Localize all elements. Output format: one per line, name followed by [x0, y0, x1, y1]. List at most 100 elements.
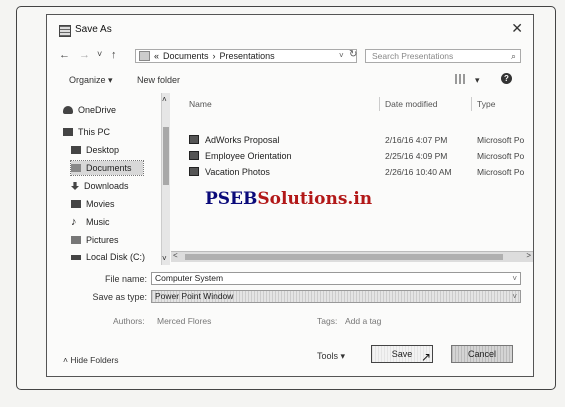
forward-arrow-icon[interactable]: →	[79, 49, 90, 61]
disk-icon	[71, 254, 81, 260]
powerpoint-file-icon	[189, 167, 199, 176]
sidebar-item-label: Music	[86, 217, 110, 227]
movies-icon	[71, 200, 81, 208]
cancel-button[interactable]: Cancel	[451, 345, 513, 363]
watermark-part: PSEB	[205, 189, 258, 209]
save-as-type-label: Save as type:	[92, 292, 147, 302]
sidebar-item-label: This PC	[78, 127, 111, 137]
save-as-app-icon	[59, 25, 71, 37]
file-name-label: File name:	[104, 274, 147, 284]
file-name-input[interactable]: Computer System ˅	[151, 272, 521, 285]
hide-folders-button[interactable]: ˄ Hide Folders	[63, 355, 119, 365]
new-folder-button[interactable]: New folder	[137, 75, 180, 85]
sidebar-item-onedrive[interactable]: OneDrive	[63, 103, 116, 117]
file-type: Microsoft Po	[477, 135, 525, 145]
path-prefix-icon: «	[154, 51, 160, 61]
sidebar-scrollbar[interactable]: ˄ ˅	[161, 93, 170, 265]
sidebar-item-movies[interactable]: Movies	[71, 197, 115, 211]
view-options-icon[interactable]	[455, 74, 467, 84]
watermark-part: Solutions.in	[257, 189, 373, 209]
sidebar-item-label: Downloads	[84, 181, 129, 191]
close-icon[interactable]: ✕	[511, 20, 523, 37]
folder-icon	[139, 51, 150, 61]
mouse-cursor-icon: ↗	[421, 350, 432, 364]
sidebar-item-label: Documents	[86, 163, 132, 173]
back-arrow-icon[interactable]: ←	[59, 49, 70, 61]
view-dropdown-chevron-icon[interactable]: ▾	[475, 75, 480, 86]
file-name: AdWorks Proposal	[205, 135, 280, 145]
column-separator	[379, 97, 380, 111]
column-separator	[471, 97, 472, 111]
tools-button[interactable]: Tools ▾	[317, 351, 345, 362]
scrollbar-thumb[interactable]	[163, 127, 169, 185]
file-date: 2/25/16 4:09 PM	[385, 151, 448, 161]
file-date: 2/16/16 4:07 PM	[385, 135, 448, 145]
file-name: Vacation Photos	[205, 167, 270, 177]
search-input[interactable]: Search Presentations ⌕	[365, 49, 521, 63]
file-list: Name Date modified Type AdWorks Proposal…	[175, 93, 533, 265]
address-dropdown-chevron-icon[interactable]: ˅	[339, 51, 344, 60]
file-list-horizontal-scrollbar[interactable]: < >	[171, 251, 533, 262]
address-bar[interactable]: « Documents › Presentations	[135, 49, 357, 63]
scroll-up-chevron-icon[interactable]: ˄	[162, 95, 167, 104]
computer-icon	[63, 128, 73, 136]
watermark: PSEBSolutions.in	[205, 189, 372, 209]
file-name: Employee Orientation	[205, 151, 292, 161]
sidebar-item-this-pc[interactable]: This PC	[63, 125, 110, 139]
scroll-right-icon[interactable]: >	[526, 251, 531, 260]
file-type: Microsoft Po	[477, 167, 525, 177]
breadcrumb-presentations[interactable]: Presentations	[220, 51, 275, 61]
file-row[interactable]: AdWorks Proposal 2/16/16 4:07 PM Microso…	[175, 133, 533, 147]
download-icon	[71, 182, 79, 190]
column-header-name[interactable]: Name	[189, 99, 212, 109]
save-as-dialog: Save As ✕ ← → ˅ ↑ « Documents › Presenta…	[46, 14, 534, 377]
desktop-icon	[71, 146, 81, 154]
file-name-value: Computer System	[155, 273, 224, 283]
scroll-left-icon[interactable]: <	[173, 251, 178, 260]
sidebar-item-documents[interactable]: Documents	[70, 160, 144, 176]
navigation-pane: OneDrive This PC Desktop Documents Downl…	[47, 93, 171, 265]
column-header-type[interactable]: Type	[477, 99, 495, 109]
file-date: 2/26/16 10:40 AM	[385, 167, 452, 177]
powerpoint-file-icon	[189, 135, 199, 144]
sidebar-item-local-disk[interactable]: Local Disk (C:)	[71, 251, 145, 263]
save-as-type-value: Power Point Window	[155, 291, 234, 301]
file-row[interactable]: Employee Orientation 2/25/16 4:09 PM Mic…	[175, 149, 533, 163]
scroll-down-chevron-icon[interactable]: ˅	[162, 254, 167, 263]
sidebar-item-downloads[interactable]: Downloads	[71, 179, 129, 193]
organize-button[interactable]: Organize ▾	[69, 75, 113, 86]
sidebar-item-label: Local Disk (C:)	[86, 252, 146, 262]
authors-value[interactable]: Merced Flores	[157, 316, 211, 326]
help-icon[interactable]: ?	[501, 73, 512, 84]
sidebar-item-pictures[interactable]: Pictures	[71, 233, 119, 247]
breadcrumb-separator-icon: ›	[212, 51, 216, 61]
pictures-icon	[71, 236, 81, 244]
search-placeholder: Search Presentations	[372, 51, 454, 61]
file-type: Microsoft Po	[477, 151, 525, 161]
refresh-icon[interactable]: ↻	[349, 49, 357, 60]
sidebar-item-label: OneDrive	[78, 105, 117, 115]
cloud-icon	[63, 106, 73, 114]
breadcrumb-documents[interactable]: Documents	[163, 51, 209, 61]
title-bar: Save As ✕	[47, 15, 533, 43]
column-header-date[interactable]: Date modified	[385, 99, 437, 109]
up-arrow-icon[interactable]: ↑	[111, 49, 117, 61]
save-as-type-dropdown-chevron-icon[interactable]: ˅	[512, 291, 517, 302]
documents-icon	[71, 164, 81, 172]
scrollbar-thumb[interactable]	[185, 254, 503, 260]
sidebar-item-desktop[interactable]: Desktop	[71, 143, 119, 157]
recent-locations-chevron-icon[interactable]: ˅	[97, 49, 102, 59]
tags-label: Tags:	[317, 316, 338, 326]
authors-label: Authors:	[113, 316, 145, 326]
file-name-dropdown-chevron-icon[interactable]: ˅	[512, 273, 517, 284]
sidebar-item-music[interactable]: ♪ Music	[71, 215, 110, 229]
save-as-type-select[interactable]: Power Point Window ˅	[151, 290, 521, 303]
window-title: Save As	[75, 24, 112, 35]
sidebar-item-label: Movies	[86, 199, 115, 209]
search-icon: ⌕	[510, 51, 516, 61]
file-row[interactable]: Vacation Photos 2/26/16 10:40 AM Microso…	[175, 165, 533, 179]
sidebar-item-label: Pictures	[86, 235, 119, 245]
powerpoint-file-icon	[189, 151, 199, 160]
tags-input[interactable]: Add a tag	[345, 316, 381, 326]
command-toolbar: Organize ▾ New folder ▾ ?	[47, 71, 533, 89]
